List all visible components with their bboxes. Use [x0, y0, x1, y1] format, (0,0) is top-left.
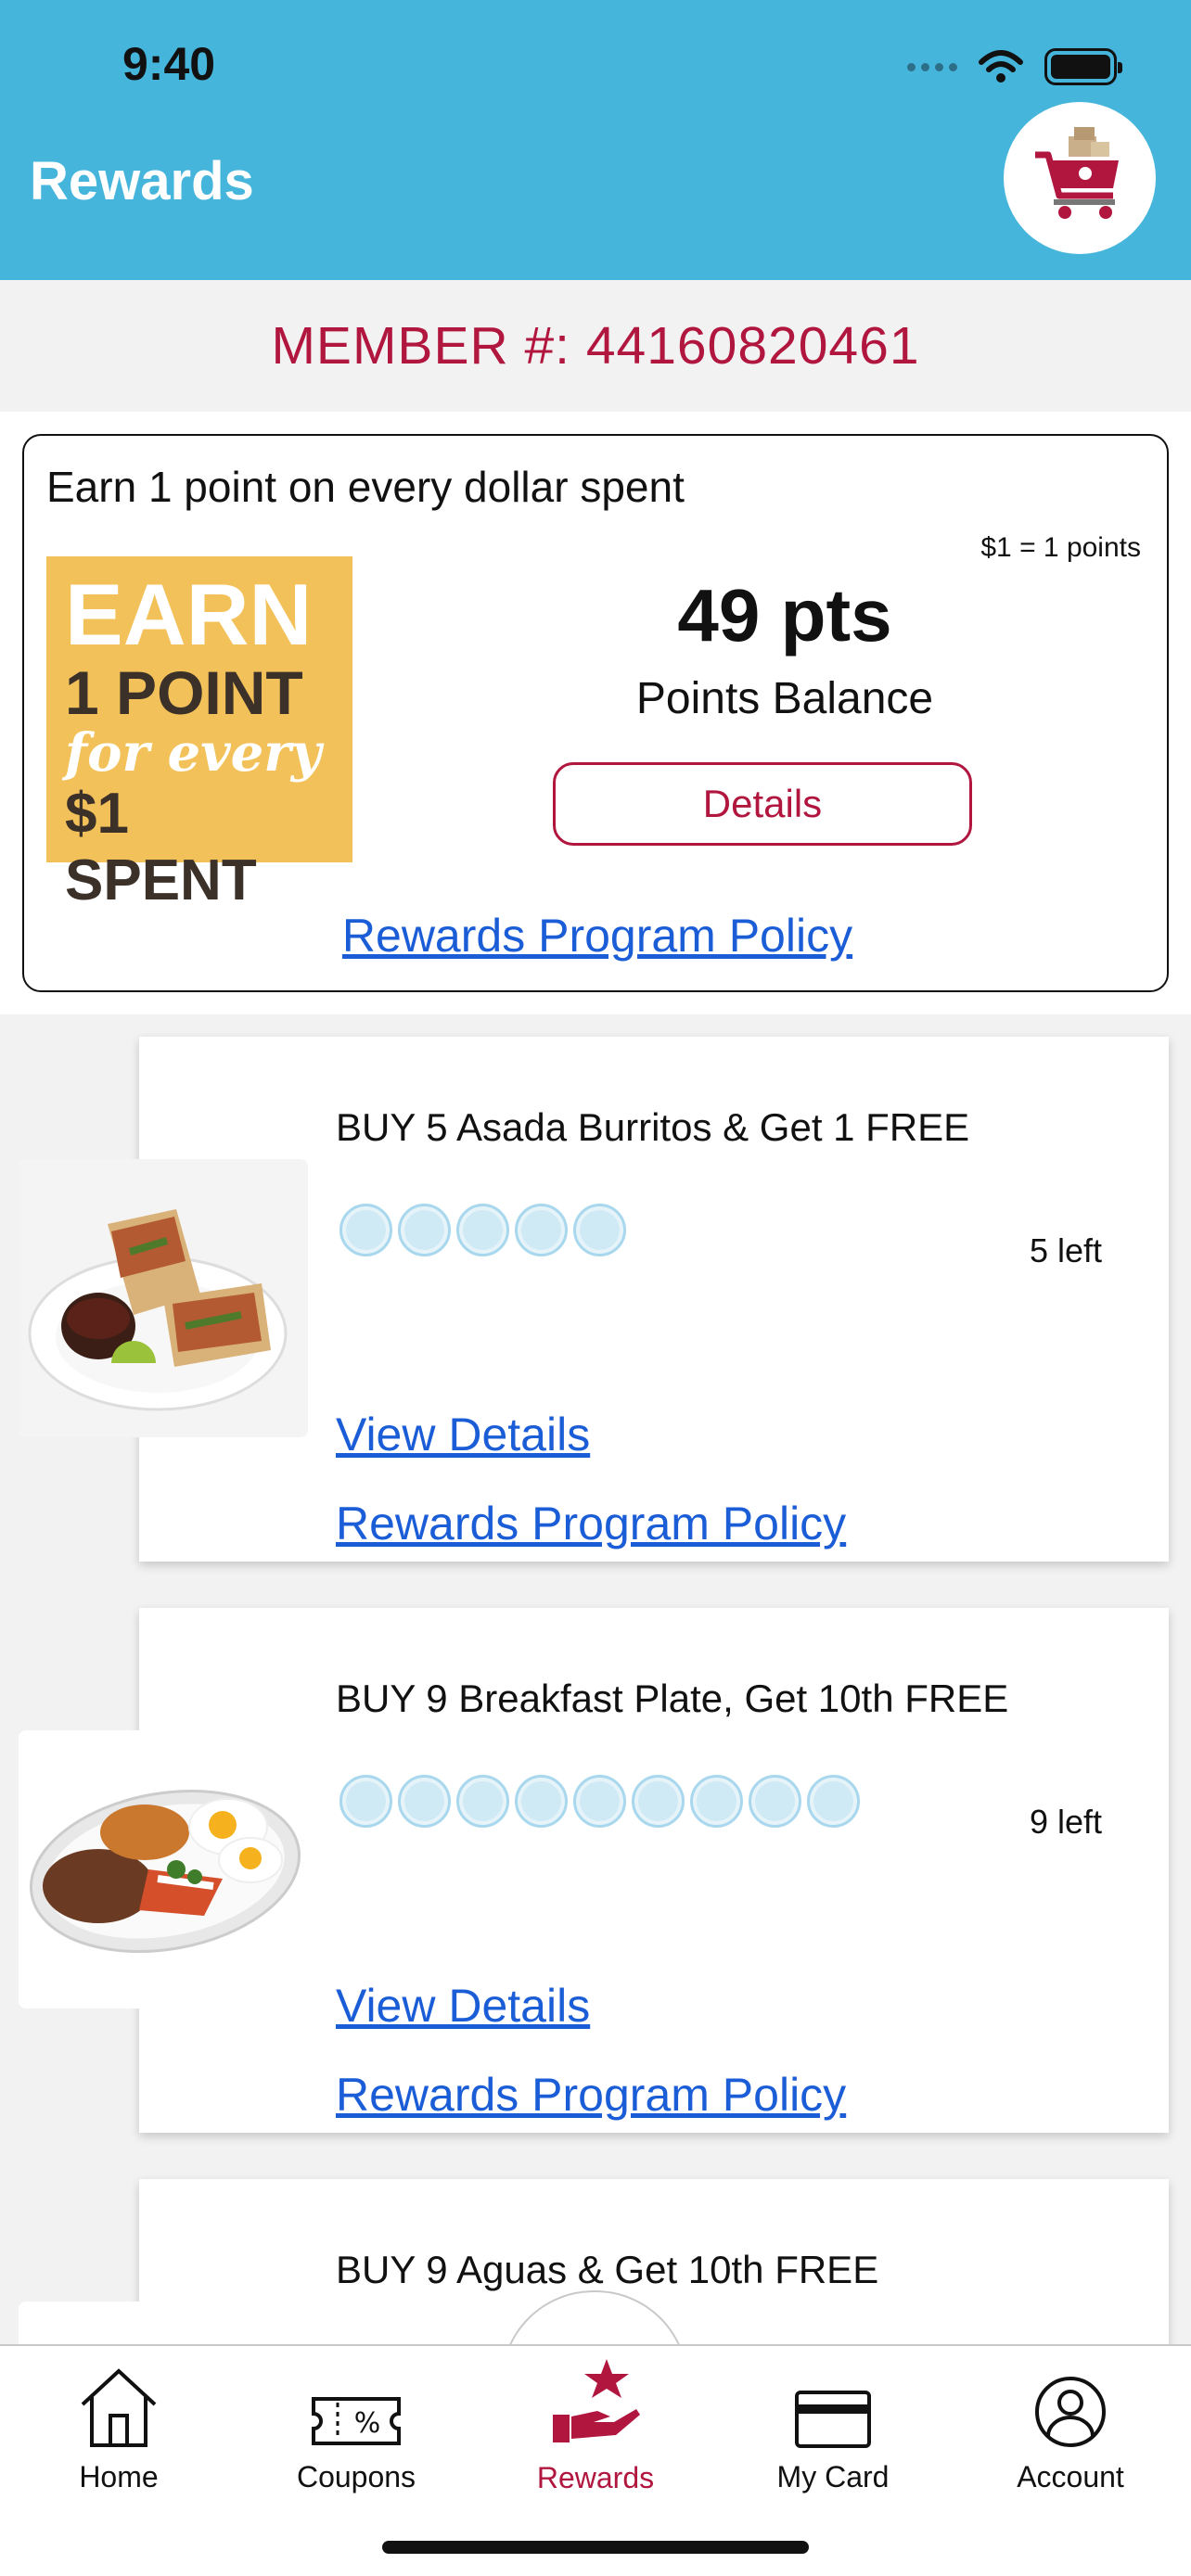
punch-slot [573, 1775, 626, 1828]
card-icon [795, 2391, 871, 2448]
card-policy-link-wrap: Rewards Program Policy [336, 1497, 846, 1550]
points-label: Points Balance [635, 674, 934, 723]
earn-headline: Earn 1 point on every dollar spent [46, 463, 685, 511]
tab-coupons[interactable]: % Coupons [245, 2346, 467, 2494]
wifi-icon [979, 50, 1023, 83]
punch-slot [515, 1204, 568, 1256]
cart-button[interactable] [1004, 102, 1156, 254]
punch-slot [398, 1204, 451, 1256]
view-details-link-wrap: View Details [336, 1408, 590, 1461]
punch-slot [515, 1775, 568, 1828]
home-icon [81, 2368, 157, 2447]
punch-slot [339, 1775, 392, 1828]
status-icons [907, 48, 1122, 85]
view-details-link-wrap: View Details [336, 1979, 590, 2033]
rewards-list[interactable]: BUY 5 Asada Burritos & Get 1 FREE 5 left… [0, 1014, 1191, 2344]
punch-slot [749, 1775, 801, 1828]
points-card: Earn 1 point on every dollar spent $1 = … [22, 434, 1169, 992]
badge-line-spent: $1 SPENT [65, 782, 257, 912]
account-icon [1035, 2377, 1106, 2447]
left-count: 5 left [1029, 1231, 1102, 1269]
punch-row [339, 1204, 626, 1256]
coupon-icon: % [312, 2397, 401, 2445]
tab-rewards[interactable]: Rewards [484, 2346, 707, 2494]
punch-slot [690, 1775, 743, 1828]
battery-icon [1044, 48, 1122, 85]
rate-note: $1 = 1 points [980, 532, 1141, 563]
rewards-policy-link[interactable]: Rewards Program Policy [336, 2069, 846, 2121]
details-button[interactable]: Details [553, 762, 972, 846]
tab-my-card[interactable]: My Card [722, 2346, 944, 2494]
view-details-link[interactable]: View Details [336, 1409, 590, 1460]
points-policy-link-wrap: Rewards Program Policy [24, 909, 1171, 963]
points-section: Earn 1 point on every dollar spent $1 = … [0, 412, 1191, 1014]
punch-row [339, 1775, 860, 1828]
view-details-link[interactable]: View Details [336, 1980, 590, 2032]
badge-line-point: 1 POINT [65, 658, 303, 727]
punch-slot [632, 1775, 685, 1828]
status-time: 9:40 [122, 38, 216, 90]
rewards-star-icon [553, 2359, 640, 2442]
punch-slot [807, 1775, 860, 1828]
page-title: Rewards [30, 151, 254, 211]
earn-badge-image: EARN 1 POINT for every $1 SPENT [46, 556, 352, 912]
points-value: 49 pts [677, 574, 892, 657]
card-policy-link-wrap: Rewards Program Policy [336, 2068, 846, 2122]
reward-title: BUY 9 Breakfast Plate, Get 10th FREE [336, 1677, 1009, 1720]
member-number: MEMBER #: 44160820461 [271, 316, 920, 376]
rewards-screen: 9:40 Rewards MEMBER #: 44160820461 Earn … [0, 0, 1191, 2576]
aguas-image [19, 2302, 308, 2344]
home-indicator[interactable] [382, 2541, 809, 2554]
punch-slot [398, 1775, 451, 1828]
signal-icon [907, 62, 957, 71]
punch-slot [339, 1204, 392, 1256]
member-bar: MEMBER #: 44160820461 [0, 280, 1191, 412]
tab-label: My Card [776, 2460, 890, 2493]
tab-label: Account [1017, 2460, 1124, 2493]
rewards-policy-link[interactable]: Rewards Program Policy [336, 1498, 846, 1549]
svg-text:%: % [354, 2407, 381, 2440]
left-count: 9 left [1029, 1803, 1102, 1841]
punch-slot [456, 1204, 509, 1256]
tab-label: Coupons [296, 2460, 416, 2493]
rewards-policy-link[interactable]: Rewards Program Policy [342, 910, 852, 962]
tab-label: Home [79, 2460, 159, 2493]
badge-line-earn: EARN [65, 566, 313, 663]
reward-title: BUY 9 Aguas & Get 10th FREE [336, 2248, 879, 2291]
reward-title: BUY 5 Asada Burritos & Get 1 FREE [336, 1105, 970, 1149]
punch-slot [573, 1204, 626, 1256]
app-header: 9:40 Rewards [0, 0, 1191, 280]
tab-label: Rewards [536, 2461, 655, 2494]
punch-slot [456, 1775, 509, 1828]
badge-line-for-every: for every [65, 722, 322, 784]
tab-account[interactable]: Account [959, 2346, 1182, 2494]
shopping-cart-icon [1035, 127, 1119, 219]
breakfast-plate-image [19, 1730, 308, 2009]
burrito-image [19, 1159, 308, 1437]
tab-home[interactable]: Home [7, 2346, 230, 2494]
